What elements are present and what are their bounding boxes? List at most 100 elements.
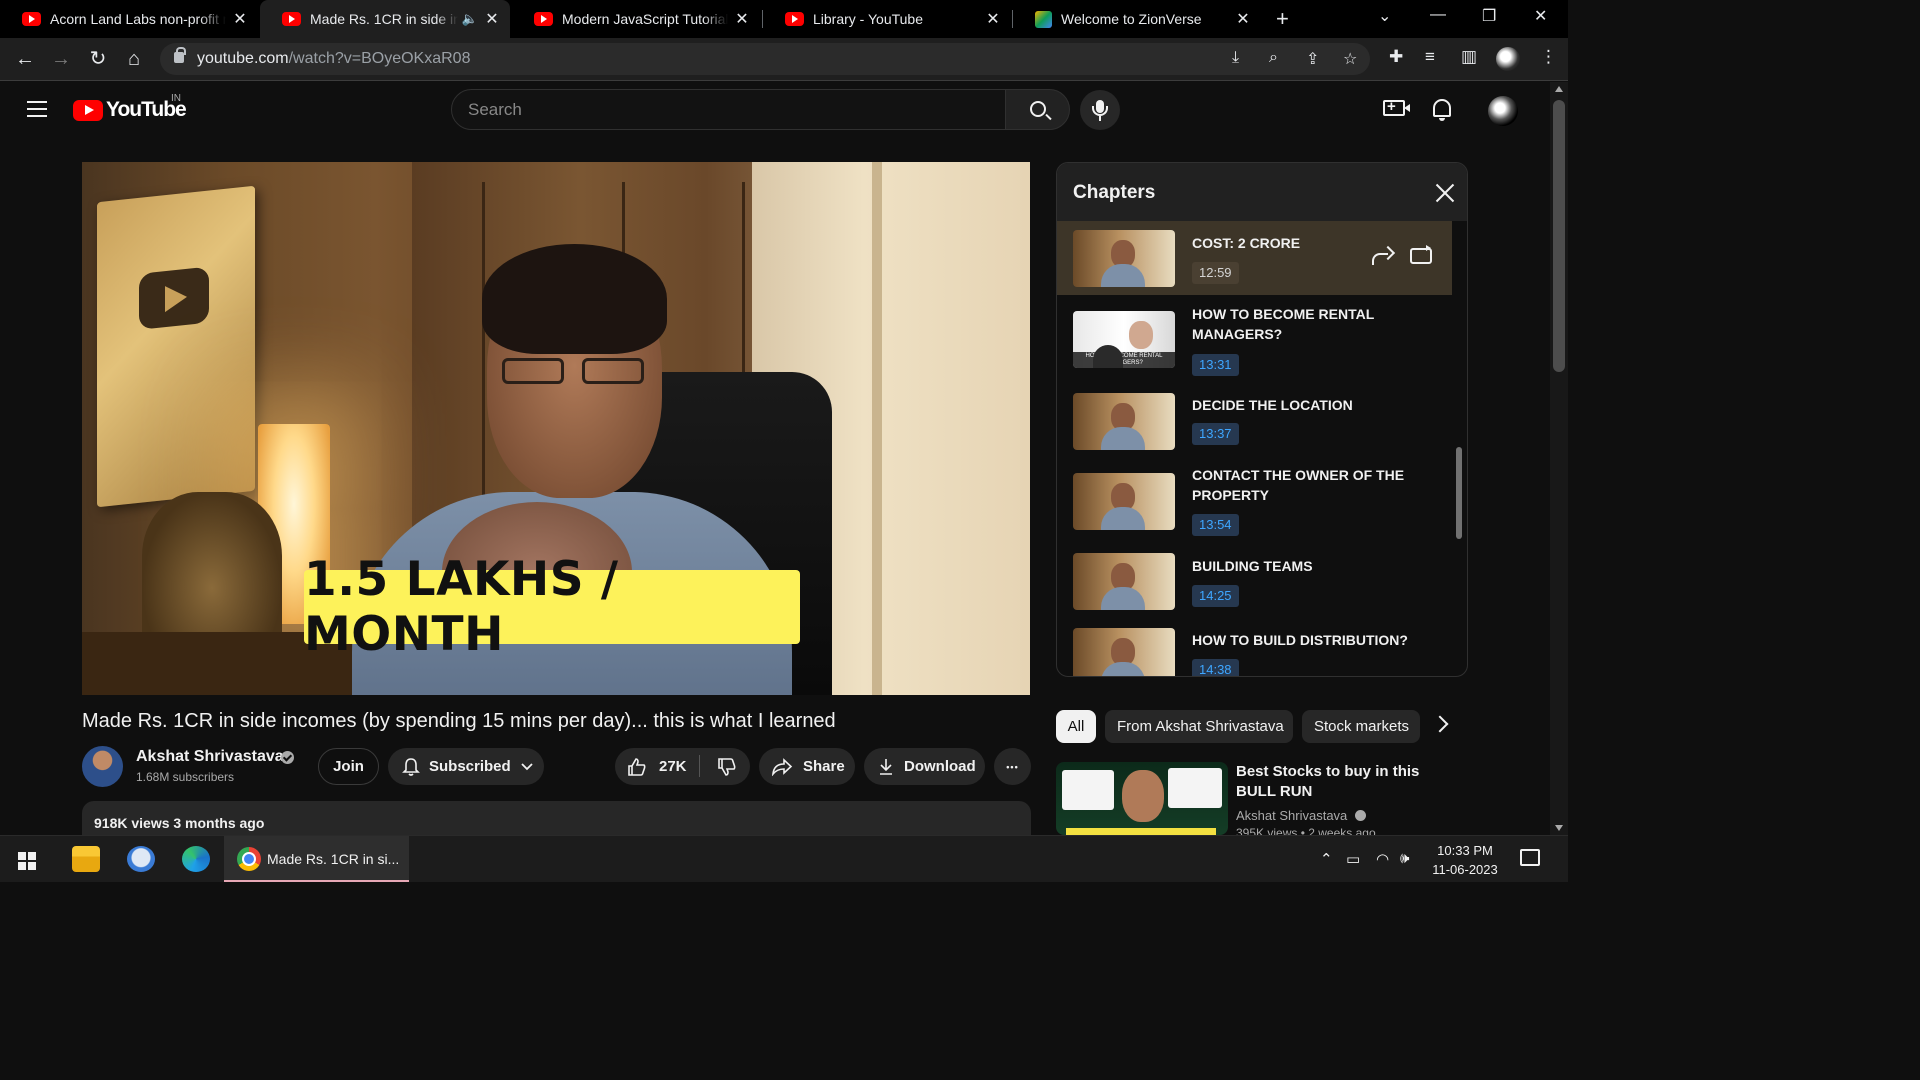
lock-icon[interactable] [174,47,186,63]
back-button[interactable]: ← [12,46,38,72]
file-explorer-icon[interactable] [72,846,100,872]
presenter-image [502,358,652,386]
page-scrollbar[interactable] [1550,82,1568,835]
chapter-item[interactable]: BUILDING TEAMS 14:25 [1057,549,1452,625]
related-video-thumbnail[interactable] [1056,762,1228,835]
reload-button[interactable]: ↻ [85,46,111,72]
install-app-icon[interactable]: ⤓ [1232,49,1239,67]
zoom-icon[interactable]: ⌕ [1269,49,1278,67]
dislike-button[interactable] [717,757,737,777]
youtube-favicon-icon [282,12,301,26]
tab-title: Library - YouTube [813,11,923,27]
chevron-down-icon [521,762,533,770]
tab-close-icon[interactable]: ✕ [985,9,1001,29]
youtube-favicon-icon [22,12,41,26]
browser-menu-icon[interactable]: ⋮ [1540,47,1557,67]
search-button[interactable] [1005,89,1070,130]
minimize-button[interactable]: — [1430,6,1446,24]
bell-icon [402,757,420,776]
share-icon [771,757,793,776]
browser-tab[interactable]: Acorn Land Labs non-profit m ✕ [0,0,258,38]
chip-from-channel[interactable]: From Akshat Shrivastava [1105,710,1293,743]
subscribed-button[interactable]: Subscribed [388,748,544,785]
youtube-logo[interactable]: YouTube IN [73,93,187,121]
volume-icon[interactable]: 🕪 [1400,850,1409,867]
notification-center-icon[interactable] [1520,849,1540,866]
bookmark-star-icon[interactable]: ☆ [1343,49,1357,69]
video-title: Made Rs. 1CR in side incomes (by spendin… [82,710,836,732]
hamburger-menu-icon[interactable] [27,101,47,117]
tab-close-icon[interactable]: ✕ [232,9,248,29]
battery-icon[interactable]: ▭ [1346,850,1360,868]
voice-search-button[interactable] [1080,90,1120,130]
join-button-label: Join [333,758,364,775]
youtube-favicon-icon [534,12,553,26]
extensions-icon[interactable]: ✚ [1389,47,1403,67]
search-box [451,89,1006,130]
chapters-panel: Chapters COST: 2 CRORE 12:59 HOW TO BECO… [1056,162,1468,677]
browser-tab-active[interactable]: Made Rs. 1CR in side inco 🔈 ✕ [260,0,510,38]
download-button[interactable]: Download [864,748,985,785]
account-avatar[interactable] [1488,96,1518,126]
browser-tab[interactable]: Library - YouTube ✕ [763,0,1011,38]
like-button[interactable]: 27K [615,757,687,777]
browser-tab[interactable]: Modern JavaScript Tutorial # ✕ [512,0,760,38]
edge-browser-icon[interactable] [182,846,210,872]
address-bar[interactable]: youtube.com/watch?v=BOyeOKxaR08 ⤓ ⌕ ⇪ ☆ [160,43,1370,75]
like-dislike-group: 27K [615,748,750,785]
chevron-right-icon[interactable] [1431,715,1449,733]
tab-title: Acorn Land Labs non-profit m [50,11,226,27]
scroll-down-arrow-icon[interactable] [1555,825,1563,831]
wifi-icon[interactable]: ◠ [1376,850,1389,868]
tab-close-icon[interactable]: ✕ [484,9,500,29]
new-tab-button[interactable]: + [1276,6,1289,32]
chip-stock-markets[interactable]: Stock markets [1302,710,1420,743]
video-player[interactable]: 1.5 LAKHS / MONTH [82,162,1030,695]
close-icon[interactable] [1434,182,1456,204]
taskbar-window-label: Made Rs. 1CR in si... [267,851,400,867]
media-controls-icon[interactable]: ≡ [1425,47,1435,67]
tab-close-icon[interactable]: ✕ [734,9,750,29]
chapter-timestamp: 14:38 [1192,659,1239,676]
share-page-icon[interactable]: ⇪ [1306,49,1319,69]
home-button[interactable]: ⌂ [121,46,147,72]
scrollbar-thumb[interactable] [1553,100,1565,372]
repeat-chapter-icon[interactable] [1410,245,1432,264]
chapters-scrollbar[interactable] [1456,447,1462,539]
tab-search-icon[interactable]: ⌄ [1378,6,1391,26]
chapter-item[interactable]: HOW TO BECOME RENTAL MANAGERS? HOW TO BE… [1057,295,1452,385]
chapter-item[interactable]: DECIDE THE LOCATION 13:37 [1057,385,1452,465]
scroll-up-arrow-icon[interactable] [1555,86,1563,92]
chapter-item[interactable]: CONTACT THE OWNER OF THE PROPERTY 13:54 [1057,465,1452,549]
restore-button[interactable]: ❐ [1482,6,1496,26]
taskbar-chrome-window[interactable]: Made Rs. 1CR in si... [224,836,409,882]
share-button[interactable]: Share [759,748,855,785]
related-video-channel[interactable]: Akshat Shrivastava [1236,808,1366,823]
channel-avatar[interactable] [82,746,123,787]
create-video-icon[interactable] [1383,98,1410,116]
browser-profile-avatar[interactable] [1496,47,1520,71]
window-close-button[interactable]: ✕ [1534,6,1547,26]
tab-close-icon[interactable]: ✕ [1235,9,1251,29]
chapter-item[interactable]: HOW TO BUILD DISTRIBUTION? 14:38 [1057,625,1452,676]
share-chapter-icon[interactable] [1370,247,1392,265]
speaker-icon[interactable]: 🔈 [462,11,478,27]
views-and-date: 918K views 3 months ago [94,815,265,831]
show-hidden-icons-chevron-icon[interactable]: ⌃ [1320,850,1333,868]
forward-button[interactable]: → [48,46,74,72]
taskbar-clock[interactable]: 10:33 PM 11-06-2023 [1425,841,1505,879]
browser-tab[interactable]: Welcome to ZionVerse ✕ [1013,0,1261,38]
channel-name[interactable]: Akshat Shrivastava [136,748,284,766]
chapter-name: BUILDING TEAMS [1192,558,1313,574]
mail-app-icon[interactable] [127,846,155,872]
notifications-bell-icon[interactable] [1433,99,1451,121]
chapter-timestamp: 12:59 [1192,262,1239,284]
related-video-title[interactable]: Best Stocks to buy in this BULL RUN [1236,762,1451,802]
side-panel-icon[interactable]: ▥ [1461,47,1477,67]
search-input[interactable] [468,99,968,121]
more-actions-button[interactable]: ••• [994,748,1031,785]
chip-all[interactable]: All [1056,710,1096,743]
windows-start-icon[interactable] [18,852,36,870]
join-button[interactable]: Join [318,748,379,785]
chapter-item[interactable]: COST: 2 CRORE 12:59 [1057,221,1452,295]
